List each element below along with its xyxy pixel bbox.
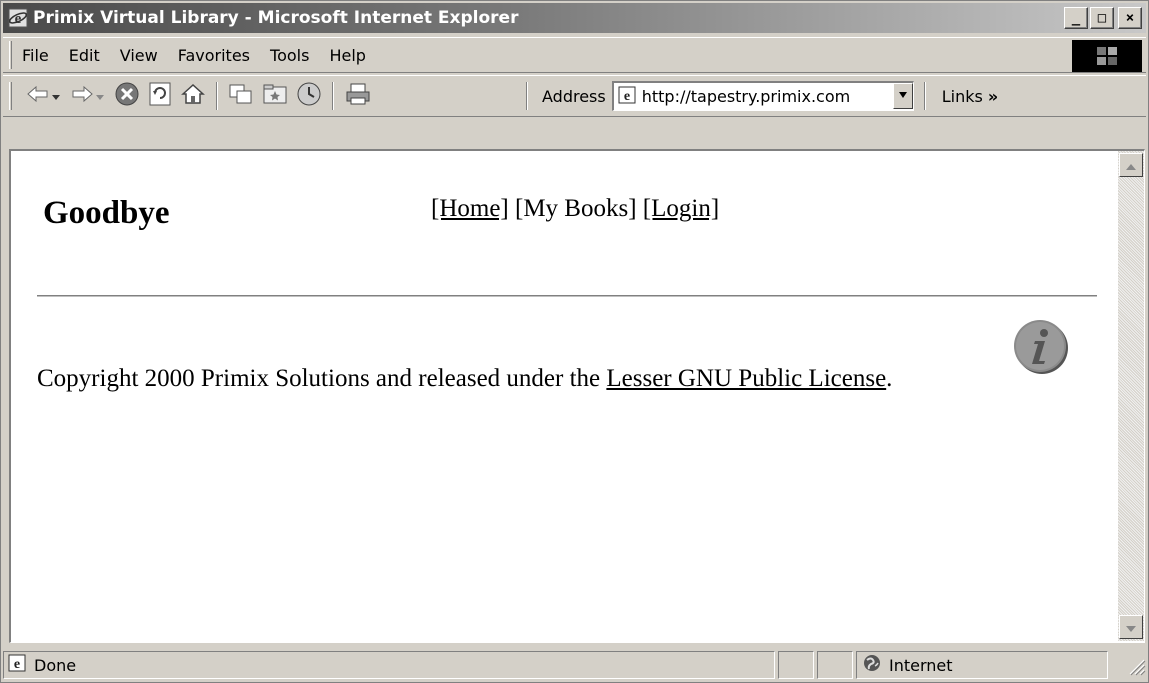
license-link[interactable]: Lesser GNU Public License: [606, 365, 886, 392]
scroll-up-button[interactable]: [1119, 153, 1143, 177]
print-icon: [344, 81, 372, 111]
history-icon: [296, 81, 322, 111]
status-pane-security: [817, 651, 853, 679]
forward-dropdown-icon[interactable]: [94, 87, 106, 106]
print-button[interactable]: [340, 80, 376, 112]
standard-toolbar: Address e http://tapestry.primix.com Lin…: [3, 75, 1146, 117]
toolbar-separator: [923, 82, 926, 110]
toolbar-separator: [216, 82, 218, 110]
copyright-period: .: [886, 365, 893, 392]
menu-favorites[interactable]: Favorites: [178, 46, 250, 65]
toolbar-grip[interactable]: [9, 82, 12, 110]
minimize-button[interactable]: _: [1064, 7, 1088, 29]
back-dropdown-icon[interactable]: [50, 87, 62, 106]
copyright-text: Copyright 2000 Primix Solutions and rele…: [37, 365, 601, 392]
menu-file[interactable]: File: [22, 46, 49, 65]
address-bar[interactable]: e http://tapestry.primix.com: [611, 81, 914, 111]
home-icon: [180, 81, 206, 111]
copyright-notice: Copyright 2000 Primix Solutions and rele…: [37, 365, 892, 393]
address-dropdown-button[interactable]: [892, 83, 913, 109]
back-button[interactable]: [22, 80, 66, 112]
minimize-icon: _: [1071, 10, 1081, 26]
status-pane-zone: Internet: [856, 651, 1108, 679]
close-button[interactable]: ×: [1118, 7, 1142, 29]
favorites-button[interactable]: [258, 80, 292, 112]
menu-edit[interactable]: Edit: [69, 46, 100, 65]
chevron-down-icon: [898, 91, 908, 102]
resize-grip-icon[interactable]: [1124, 654, 1146, 676]
links-chevron-icon: »: [987, 86, 999, 106]
address-input[interactable]: http://tapestry.primix.com: [642, 87, 878, 106]
browser-window: e Primix Virtual Library - Microsoft Int…: [0, 0, 1149, 683]
globe-icon: [863, 654, 881, 676]
nav-home-link[interactable]: [Home]: [431, 195, 509, 222]
page-content: Goodbye [Home] [My Books] [Login] Copyri…: [11, 151, 1119, 641]
forward-icon: [70, 84, 94, 108]
ie-logo-icon: e: [7, 7, 29, 29]
scroll-down-button[interactable]: [1119, 615, 1143, 639]
page-nav: [Home] [My Books] [Login]: [431, 195, 719, 223]
forward-button[interactable]: [66, 80, 110, 112]
back-icon: [26, 84, 50, 108]
vertical-scrollbar[interactable]: [1118, 151, 1144, 641]
refresh-button[interactable]: [144, 80, 176, 112]
close-icon: ×: [1125, 10, 1135, 26]
stop-icon: [114, 81, 140, 111]
status-text: Done: [34, 655, 77, 675]
links-button[interactable]: Links »: [942, 87, 999, 106]
status-pane-progress: [778, 651, 814, 679]
svg-text:e: e: [624, 89, 630, 104]
maximize-button[interactable]: □: [1090, 7, 1114, 29]
menu-view[interactable]: View: [120, 46, 158, 65]
menu-help[interactable]: Help: [329, 46, 365, 65]
history-button[interactable]: [292, 80, 326, 112]
page-title: Goodbye: [43, 195, 170, 231]
search-button[interactable]: [224, 80, 258, 112]
zone-text: Internet: [889, 655, 953, 675]
home-button[interactable]: [176, 80, 210, 112]
info-icon[interactable]: [1011, 317, 1069, 375]
search-icon: [228, 82, 254, 110]
window-title: Primix Virtual Library - Microsoft Inter…: [33, 8, 519, 28]
nav-my-books: [My Books]: [515, 195, 637, 222]
arrow-up-icon: [1125, 156, 1137, 175]
status-bar: e Done Internet: [3, 649, 1146, 681]
status-pane-main: e Done: [3, 651, 775, 679]
menubar-grip[interactable]: [9, 41, 12, 69]
menu-bar: File Edit View Favorites Tools Help: [3, 37, 1146, 73]
svg-text:e: e: [14, 657, 20, 672]
arrow-down-icon: [1125, 618, 1137, 637]
links-label: Links: [941, 86, 983, 106]
page-icon: e: [618, 86, 636, 108]
toolbar-separator: [332, 82, 334, 110]
refresh-icon: [148, 81, 172, 111]
horizontal-rule: [37, 295, 1097, 297]
page-viewport: Goodbye [Home] [My Books] [Login] Copyri…: [9, 149, 1145, 643]
stop-button[interactable]: [110, 80, 144, 112]
favorites-icon: [262, 82, 288, 110]
toolbar-separator: [526, 82, 528, 110]
nav-login-link[interactable]: [Login]: [643, 195, 719, 222]
windows-logo-icon: [1072, 40, 1142, 72]
address-label: Address: [542, 86, 606, 106]
title-bar[interactable]: e Primix Virtual Library - Microsoft Int…: [3, 3, 1146, 33]
page-done-icon: e: [8, 654, 26, 676]
maximize-icon: □: [1097, 10, 1107, 26]
menu-tools[interactable]: Tools: [270, 46, 309, 65]
